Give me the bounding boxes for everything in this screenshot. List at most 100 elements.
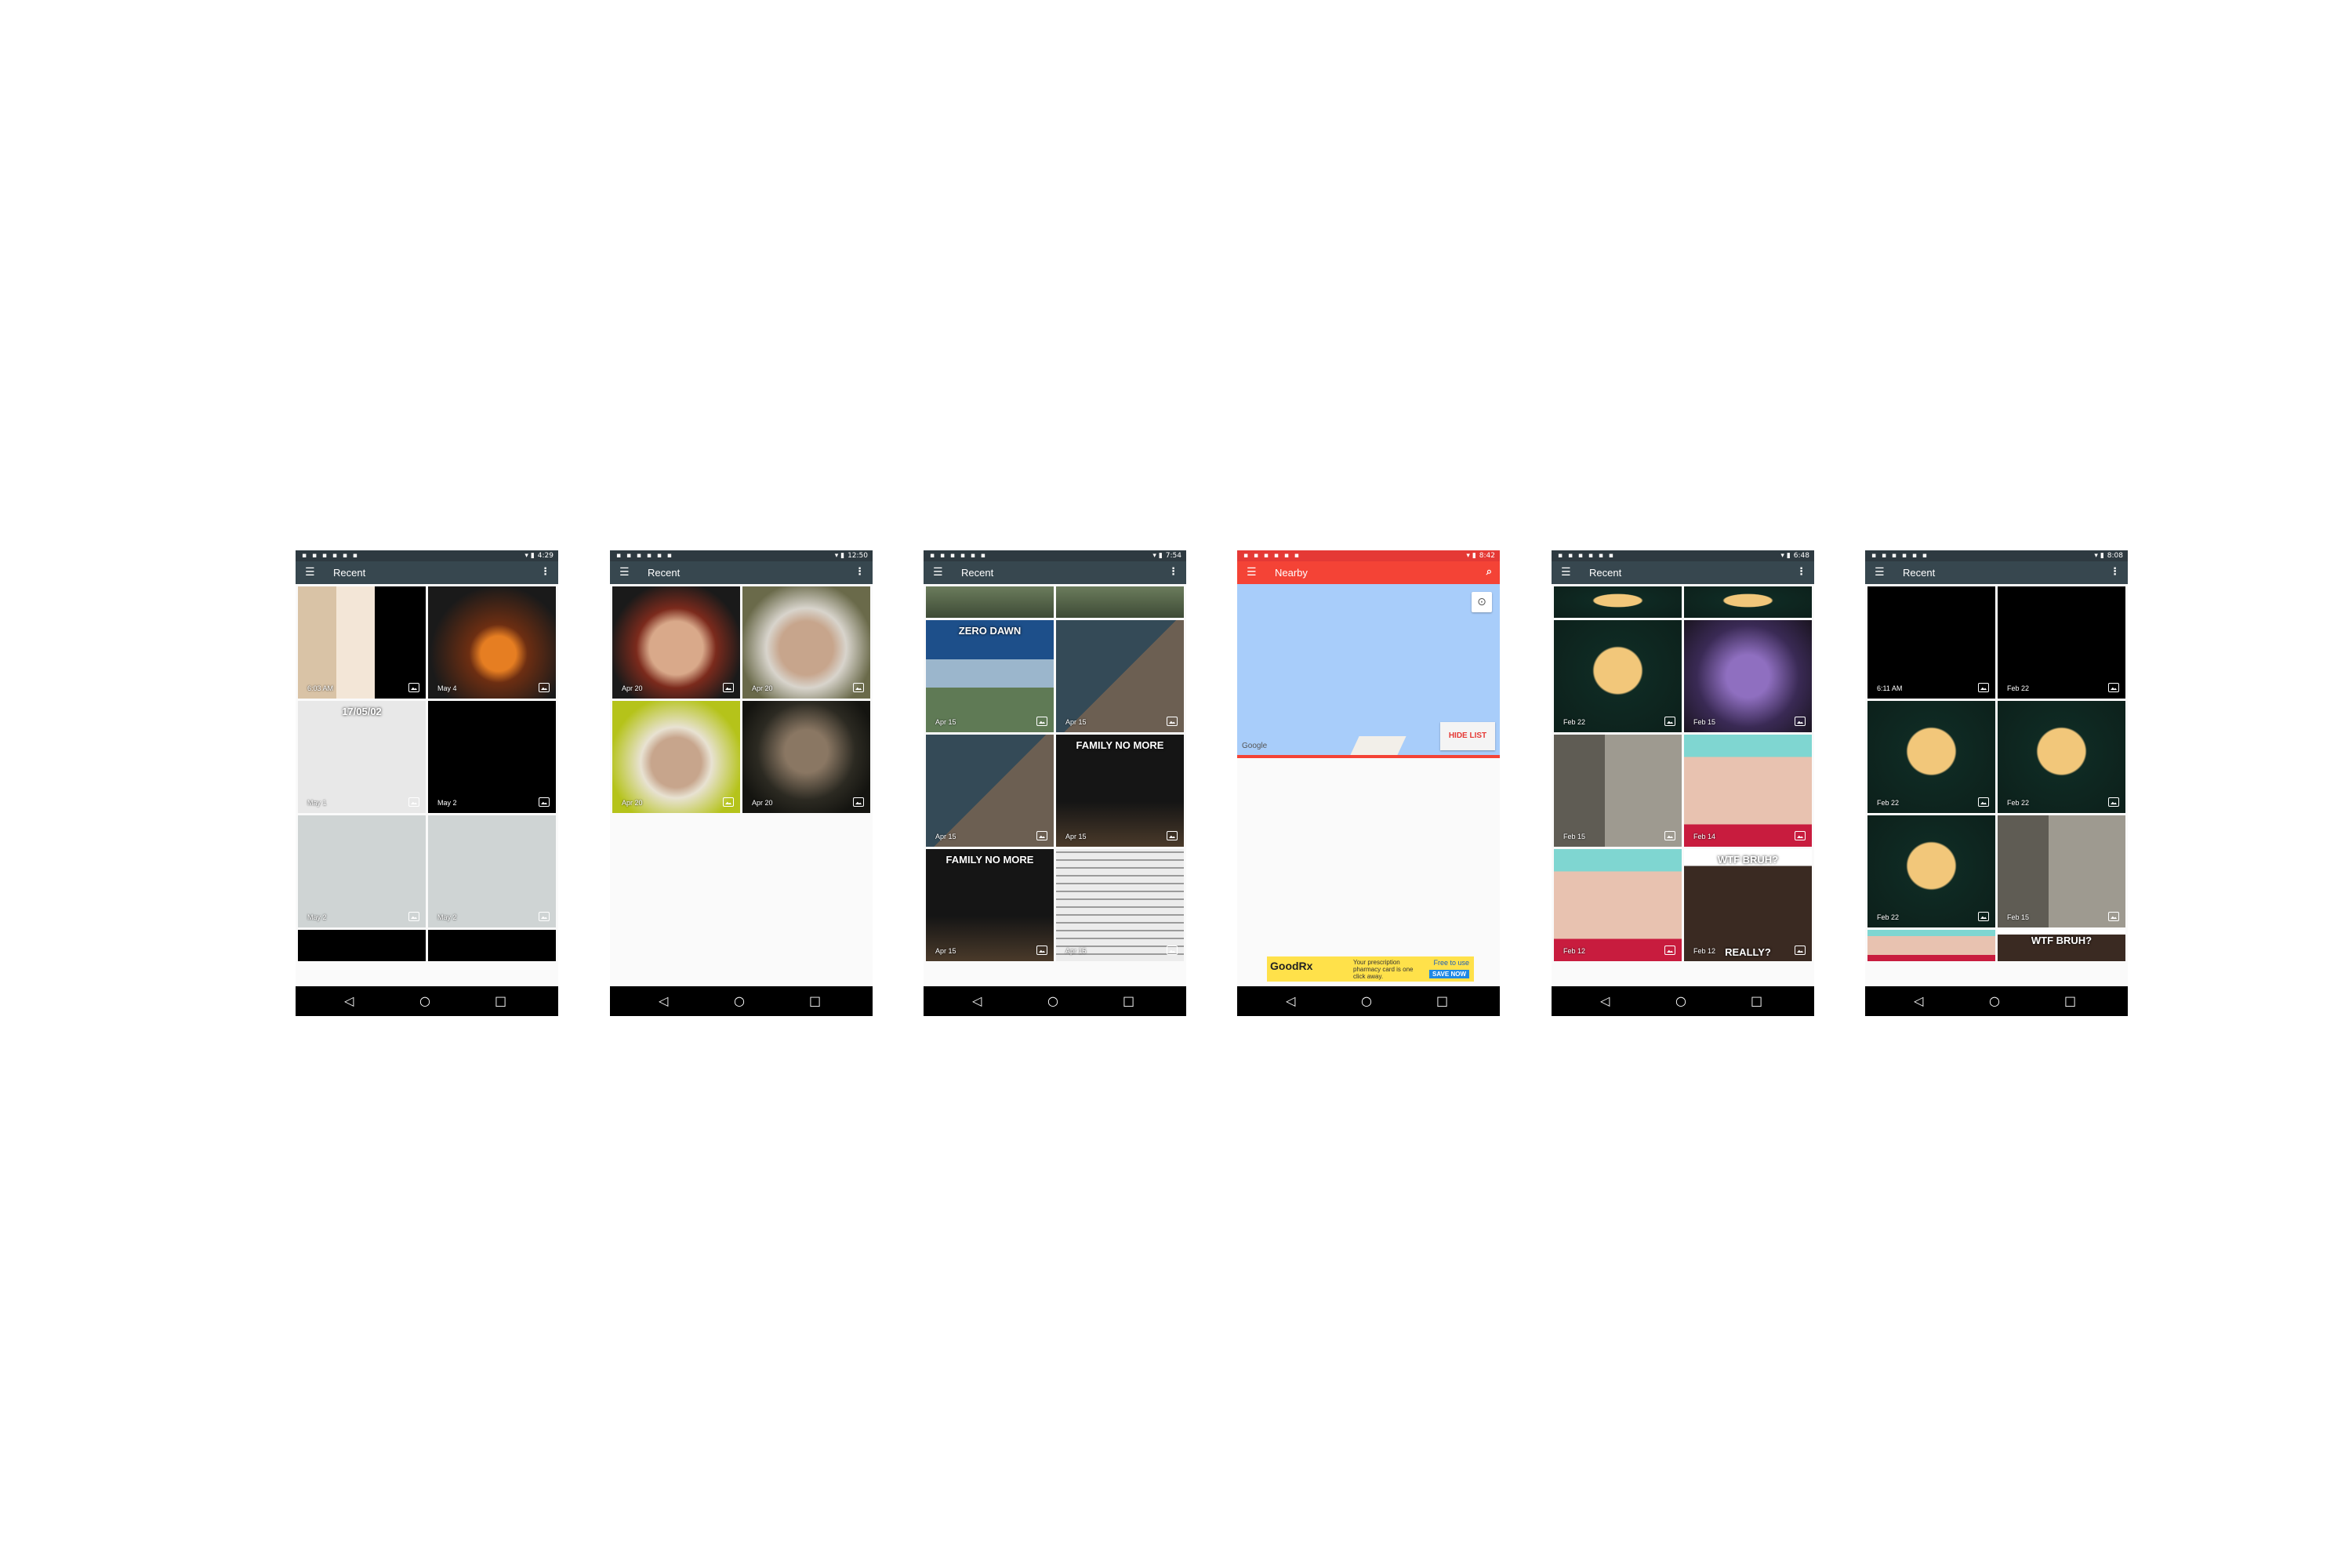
photo-date: Feb 22 [2007, 684, 2030, 692]
back-icon[interactable]: ◁ [1600, 993, 1610, 1009]
photo-tile[interactable]: 6:11 AM [1867, 586, 1995, 699]
photo-tile[interactable]: Feb 14 [1684, 735, 1812, 847]
recents-icon[interactable]: □ [495, 993, 506, 1009]
photo-tile[interactable]: Feb 15 [1554, 735, 1682, 847]
home-icon[interactable]: ○ [1047, 993, 1058, 1009]
photo-tile[interactable] [1056, 586, 1184, 618]
home-icon[interactable]: ○ [419, 993, 430, 1009]
phone-screen-2: ▪ ▪ ▪ ▪ ▪ ▪ ▾ ▮ 12:50 ☰ Recent ⋮ Apr 20 Apr 20 A… [610, 550, 873, 1016]
menu-icon[interactable]: ☰ [1875, 565, 1889, 579]
recents-icon[interactable]: □ [1751, 993, 1762, 1009]
photo-tile[interactable]: Feb 22 [1998, 701, 2125, 813]
recents-icon[interactable]: □ [1436, 993, 1448, 1009]
google-logo: Google [1242, 742, 1268, 750]
back-icon[interactable]: ◁ [1914, 993, 1923, 1009]
recents-icon[interactable]: □ [809, 993, 821, 1009]
back-icon[interactable]: ◁ [659, 993, 668, 1009]
photo-tile[interactable]: May 4 [428, 586, 556, 699]
map-view[interactable]: ⊙ Google HIDE LIST [1237, 584, 1500, 755]
ad-save-button[interactable]: SAVE NOW [1429, 970, 1469, 978]
photo-tile[interactable]: Feb 15 [1684, 620, 1812, 732]
photo-tile[interactable]: WTF BRUH? REALLY? Feb 12 [1684, 849, 1812, 961]
photo-grid: Apr 20 Apr 20 Apr 20 Apr 20 [610, 584, 873, 986]
photo-tile[interactable]: Apr 15 [1056, 849, 1184, 961]
more-options-icon[interactable]: ⋮ [1168, 566, 1178, 578]
photo-tile[interactable]: May 2 [428, 701, 556, 813]
recents-icon[interactable]: □ [1123, 993, 1134, 1009]
home-icon[interactable]: ○ [1989, 993, 2000, 1009]
photo-tile[interactable]: May 2 [298, 815, 426, 927]
photo-tile[interactable]: Apr 20 [742, 701, 870, 813]
photo-tile[interactable]: Apr 20 [742, 586, 870, 699]
wifi-icon: ▾ [524, 552, 528, 560]
photo-tile[interactable]: Feb 22 [1554, 620, 1682, 732]
photo-tile[interactable] [298, 930, 426, 961]
ad-banner[interactable]: GoodRx Your prescription pharmacy card is… [1267, 956, 1474, 982]
photo-tile[interactable]: ZERO DAWN Apr 15 [926, 620, 1054, 732]
notification-icons: ▪ ▪ ▪ ▪ ▪ ▪ [302, 552, 359, 560]
status-bar: ▪ ▪ ▪ ▪ ▪ ▪ ▾ ▮ 7:54 [924, 550, 1186, 561]
photo-tile[interactable]: Apr 15 [926, 735, 1054, 847]
search-icon[interactable]: ⌕ [1486, 566, 1492, 578]
photo-tile[interactable]: 6:03 AM [298, 586, 426, 699]
page-title: Recent [1589, 567, 1622, 579]
image-icon [1664, 831, 1675, 840]
more-options-icon[interactable]: ⋮ [1796, 566, 1806, 578]
image-icon [408, 912, 419, 921]
photo-tile[interactable]: Feb 22 [1867, 815, 1995, 927]
photo-tile[interactable]: May 2 [428, 815, 556, 927]
menu-icon[interactable]: ☰ [619, 565, 633, 579]
photo-tile[interactable] [1867, 930, 1995, 961]
photo-tile[interactable]: FAMILY NO MORE Apr 15 [926, 849, 1054, 961]
menu-icon[interactable]: ☰ [933, 565, 947, 579]
home-icon[interactable]: ○ [734, 993, 745, 1009]
home-icon[interactable]: ○ [1361, 993, 1372, 1009]
photo-tile[interactable] [1554, 586, 1682, 618]
photo-date: 6:03 AM [307, 684, 334, 692]
back-icon[interactable]: ◁ [1286, 993, 1295, 1009]
photo-tile[interactable]: WTF BRUH? [1998, 930, 2125, 961]
status-right: ▾ ▮ 12:50 [835, 550, 868, 561]
photo-tile[interactable]: Apr 15 [1056, 620, 1184, 732]
image-icon [1036, 717, 1047, 726]
menu-icon[interactable]: ☰ [305, 565, 319, 579]
recents-icon[interactable]: □ [2064, 993, 2076, 1009]
home-icon[interactable]: ○ [1675, 993, 1686, 1009]
system-nav-bar: ◁ ○ □ [924, 986, 1186, 1016]
photo-tile[interactable]: Apr 20 [612, 586, 740, 699]
image-icon [723, 683, 734, 692]
photo-date: Apr 15 [935, 947, 956, 955]
image-icon [2108, 797, 2119, 807]
battery-icon: ▮ [1472, 552, 1476, 560]
photo-grid: Feb 22 Feb 15 Feb 15 Feb 14 Feb 12 WTF BRUH? R… [1552, 584, 1814, 986]
photo-tile[interactable]: Feb 12 [1554, 849, 1682, 961]
photo-grid: 6:03 AM May 4 17/05/02 May 1 May 2 May 2 May 2 [296, 584, 558, 986]
back-icon[interactable]: ◁ [344, 993, 354, 1009]
photo-date: Apr 15 [1065, 947, 1087, 955]
photo-tile[interactable] [926, 586, 1054, 618]
photo-tile[interactable]: 17/05/02 May 1 [298, 701, 426, 813]
notification-icons: ▪ ▪ ▪ ▪ ▪ ▪ [616, 552, 673, 560]
menu-icon[interactable]: ☰ [1247, 565, 1261, 579]
photo-date: Apr 20 [622, 684, 643, 692]
photo-tile[interactable] [428, 930, 556, 961]
more-options-icon[interactable]: ⋮ [2110, 566, 2120, 578]
status-bar: ▪ ▪ ▪ ▪ ▪ ▪ ▾ ▮ 6:48 [1552, 550, 1814, 561]
photo-tile[interactable]: Feb 22 [1998, 586, 2125, 699]
photo-tile[interactable]: Apr 20 [612, 701, 740, 813]
photo-tile[interactable]: Feb 15 [1998, 815, 2125, 927]
more-options-icon[interactable]: ⋮ [540, 566, 550, 578]
photo-tile[interactable]: Feb 22 [1867, 701, 1995, 813]
battery-icon: ▮ [1158, 552, 1163, 560]
page-title: Nearby [1275, 567, 1308, 579]
more-options-icon[interactable]: ⋮ [855, 566, 865, 578]
image-icon [1036, 946, 1047, 955]
page-title: Recent [961, 567, 994, 579]
menu-icon[interactable]: ☰ [1561, 565, 1575, 579]
photo-tile[interactable] [1684, 586, 1812, 618]
my-location-icon[interactable]: ⊙ [1472, 592, 1492, 612]
ad-free-text: Free to use [1433, 959, 1469, 967]
hide-list-button[interactable]: HIDE LIST [1440, 722, 1495, 750]
back-icon[interactable]: ◁ [972, 993, 982, 1009]
photo-tile[interactable]: FAMILY NO MORE Apr 15 [1056, 735, 1184, 847]
